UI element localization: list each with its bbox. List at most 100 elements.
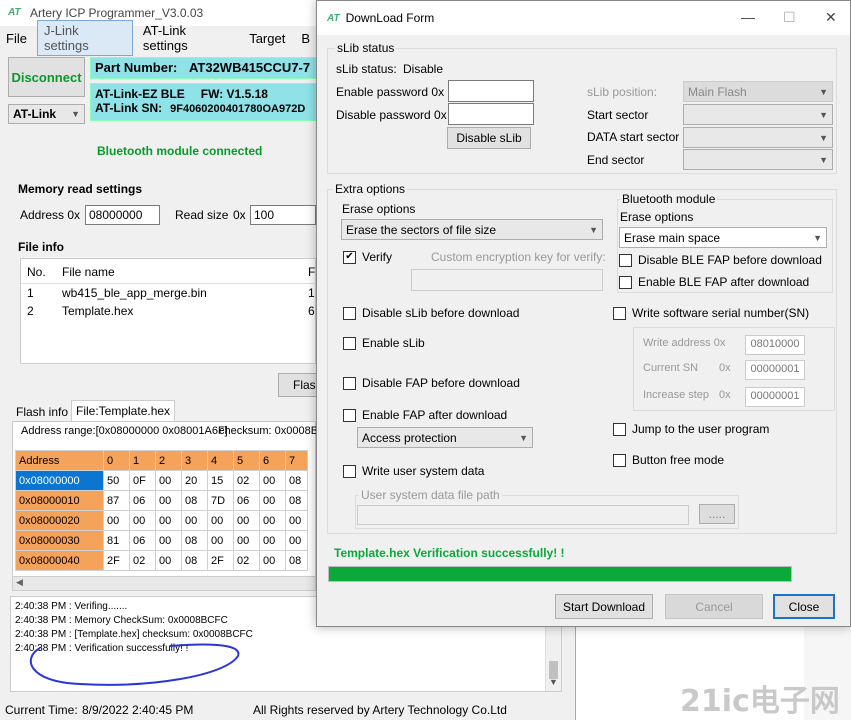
hex-byte: 00	[259, 470, 286, 491]
device-select[interactable]: AT-Link ▼	[8, 104, 85, 124]
table-row[interactable]: 2 Template.hex 6	[21, 303, 317, 321]
button-free-label: Button free mode	[632, 453, 725, 467]
hex-row[interactable]: 0x08000040 2F 02 00 08 2F 02 00 08	[15, 550, 308, 571]
close-icon[interactable]: ✕	[825, 9, 837, 26]
hex-row[interactable]: 0x08000010 87 06 00 08 7D 06 00 08	[15, 490, 308, 511]
hex-byte: 06	[129, 530, 156, 551]
jump-user-program-checkbox[interactable]: Jump to the user program	[613, 422, 769, 436]
menu-more[interactable]: B	[295, 29, 316, 48]
file-name: wb415_ble_app_merge.bin	[62, 286, 207, 300]
hex-byte: 08	[285, 550, 308, 571]
slib-position-select[interactable]: Main Flash ▼	[683, 81, 833, 102]
disable-slib-before-checkbox[interactable]: Disable sLib before download	[343, 306, 519, 320]
hex-row[interactable]: 0x08000030 81 06 00 08 00 00 00 00	[15, 530, 308, 551]
hex-row[interactable]: 0x08000000 50 0F 00 20 15 02 00 08	[15, 470, 308, 491]
tab-flash-info[interactable]: Flash info	[12, 402, 72, 422]
hex-byte: 08	[181, 490, 208, 511]
hex-byte: 02	[129, 550, 156, 571]
hex-byte: 02	[233, 470, 260, 491]
bt-erase-options-label: Erase options	[620, 210, 694, 224]
disable-ble-fap-checkbox[interactable]: Disable BLE FAP before download	[619, 253, 822, 267]
current-sn-input[interactable]: 00000001	[745, 360, 805, 380]
hex-byte: 00	[181, 510, 208, 531]
enable-slib-checkbox[interactable]: Enable sLib	[343, 336, 425, 350]
end-sector-select[interactable]: ▼	[683, 149, 833, 170]
slib-status-group-label: sLib status	[335, 41, 397, 55]
download-form-dialog: AT DownLoad Form — ☐ ✕ sLib status sLib …	[316, 0, 851, 627]
scroll-left-icon[interactable]: ◀	[16, 577, 23, 588]
read-size-input[interactable]: 100	[250, 205, 316, 225]
verify-checkbox[interactable]: ✔ Verify	[343, 250, 392, 264]
hex-byte: 00	[155, 550, 182, 571]
data-start-sector-label: DATA start sector	[587, 130, 680, 144]
address-label: Address 0x	[20, 208, 81, 222]
bt-erase-select[interactable]: Erase main space ▼	[619, 227, 827, 248]
hex-header: 1	[129, 450, 156, 471]
minimize-icon[interactable]: —	[741, 9, 755, 25]
close-button[interactable]: Close	[773, 594, 835, 619]
disconnect-button[interactable]: Disconnect	[8, 57, 85, 97]
slib-position-value: Main Flash	[688, 84, 747, 99]
disable-fap-before-checkbox[interactable]: Disable FAP before download	[343, 376, 520, 390]
write-user-data-checkbox[interactable]: Write user system data	[343, 464, 484, 478]
device-select-value: AT-Link	[13, 107, 57, 121]
extra-options-group-label: Extra options	[333, 182, 408, 196]
browse-button[interactable]: .....	[699, 504, 735, 524]
file-name: Template.hex	[62, 304, 134, 318]
hex-byte: 00	[259, 490, 286, 511]
menu-target[interactable]: Target	[243, 29, 291, 48]
tab-file-template[interactable]: File:Template.hex	[71, 400, 176, 422]
menu-bar: File J-Link settings AT-Link settings Ta…	[0, 20, 320, 56]
flash-button[interactable]: Flas	[278, 373, 318, 397]
col-file-name: File name	[62, 265, 115, 279]
memory-read-settings-title: Memory read settings	[18, 182, 143, 196]
start-sector-select[interactable]: ▼	[683, 104, 833, 125]
erase-options-value: Erase the sectors of file size	[346, 222, 497, 237]
address-range: Address range:[0x08000000 0x08001A6F]	[21, 425, 228, 437]
increase-step-input[interactable]: 00000001	[745, 387, 805, 407]
menu-atlink-settings[interactable]: AT-Link settings	[137, 21, 239, 55]
erase-options-label: Erase options	[342, 202, 416, 216]
hex-address: 0x08000010	[15, 490, 104, 511]
menu-jlink-settings[interactable]: J-Link settings	[36, 20, 133, 56]
maximize-icon[interactable]: ☐	[783, 9, 796, 26]
bt-module-group-label: Bluetooth module	[620, 192, 718, 206]
hex-byte: 06	[129, 490, 156, 511]
hex-byte: 0F	[129, 470, 156, 491]
address-input[interactable]: 08000000	[85, 205, 160, 225]
hex-byte: 00	[285, 530, 308, 551]
access-protection-select[interactable]: Access protection ▼	[357, 427, 533, 448]
disable-ble-fap-label: Disable BLE FAP before download	[638, 253, 822, 267]
main-window-title: Artery ICP Programmer_V3.0.03	[30, 6, 204, 20]
write-sn-checkbox[interactable]: Write software serial number(SN)	[613, 306, 809, 320]
hex-byte: 00	[233, 530, 260, 551]
file-list: No. File name Fi 1 wb415_ble_app_merge.b…	[20, 258, 318, 364]
disable-slib-before-label: Disable sLib before download	[362, 306, 520, 320]
part-number-panel: Part Number: AT32WB415CCU7-7	[90, 57, 320, 79]
hex-byte: 06	[233, 490, 260, 511]
sn-value: 9F4060200401780OA972D	[170, 103, 306, 115]
enable-password-input[interactable]	[448, 80, 534, 102]
disable-slib-button[interactable]: Disable sLib	[447, 127, 531, 149]
table-row[interactable]: 1 wb415_ble_app_merge.bin 1	[21, 285, 317, 303]
hex-row[interactable]: 0x08000020 00 00 00 00 00 00 00 00	[15, 510, 308, 531]
cancel-button[interactable]: Cancel	[665, 594, 763, 619]
disable-password-input[interactable]	[448, 103, 534, 125]
erase-options-select[interactable]: Erase the sectors of file size ▼	[341, 219, 603, 240]
enable-fap-after-checkbox[interactable]: Enable FAP after download	[343, 408, 507, 422]
header-divider	[21, 283, 317, 284]
hex-grid: Address 0 1 2 3 4 5 6 7 0x08000000 50 0F…	[15, 450, 308, 571]
write-address-input[interactable]: 08010000	[745, 335, 805, 355]
scroll-down-icon[interactable]: ▼	[549, 675, 558, 689]
data-start-sector-select[interactable]: ▼	[683, 127, 833, 148]
button-free-mode-checkbox[interactable]: Button free mode	[613, 453, 724, 467]
menu-file[interactable]: File	[0, 29, 33, 48]
bt-status: Bluetooth module connected	[97, 144, 263, 158]
user-data-path-input[interactable]	[357, 505, 689, 525]
chevron-down-icon: ▼	[819, 109, 828, 120]
hex-byte: 00	[129, 510, 156, 531]
custom-key-input[interactable]	[411, 269, 603, 291]
hex-horizontal-scrollbar[interactable]: ◀	[13, 576, 315, 590]
enable-ble-fap-checkbox[interactable]: Enable BLE FAP after download	[619, 275, 809, 289]
start-download-button[interactable]: Start Download	[555, 594, 653, 619]
